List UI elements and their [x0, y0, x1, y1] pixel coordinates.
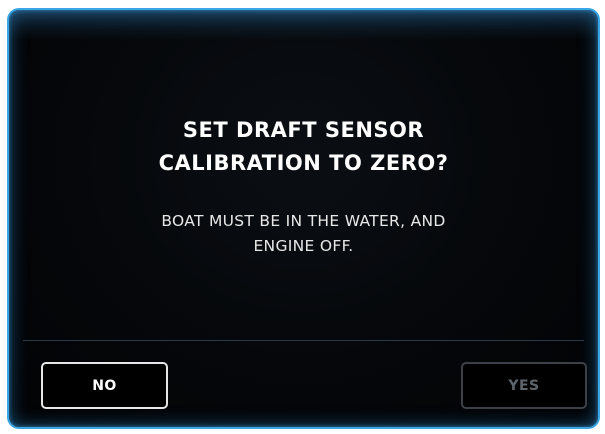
dialog-title: SET DRAFT SENSOR CALIBRATION TO ZERO? [9, 114, 598, 180]
yes-button-disabled: YES [461, 362, 587, 409]
dialog-message: BOAT MUST BE IN THE WATER, AND ENGINE OF… [9, 209, 598, 259]
dialog-title-line-1: SET DRAFT SENSOR [182, 118, 425, 142]
dialog-message-line-1: BOAT MUST BE IN THE WATER, AND [161, 212, 446, 230]
no-button-label: NO [92, 377, 117, 394]
calibration-dialog: SET DRAFT SENSOR CALIBRATION TO ZERO? BO… [7, 8, 600, 429]
dialog-message-line-2: ENGINE OFF. [253, 237, 354, 255]
no-button[interactable]: NO [41, 362, 168, 409]
yes-button-label: YES [508, 377, 540, 394]
dialog-title-line-2: CALIBRATION TO ZERO? [158, 151, 449, 175]
button-divider [23, 340, 584, 341]
